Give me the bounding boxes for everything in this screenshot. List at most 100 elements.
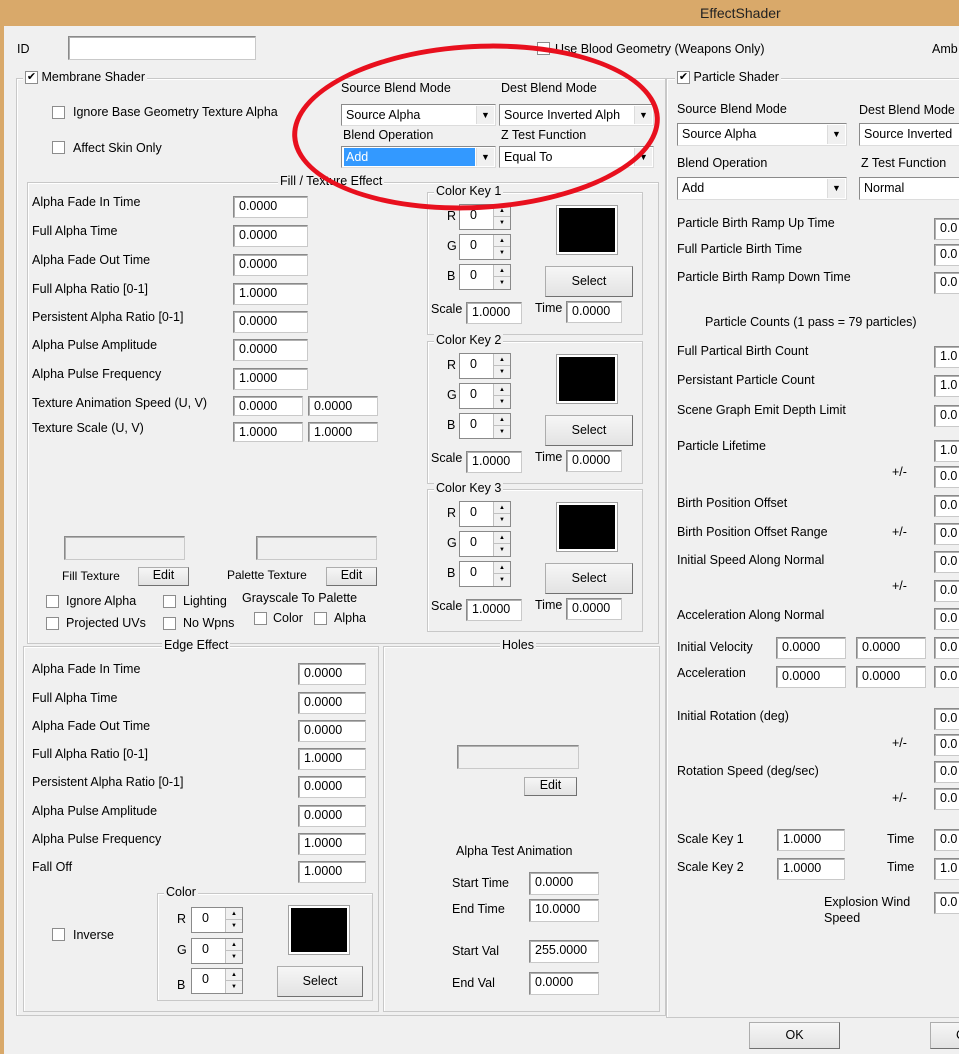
- particle-birth-row-input[interactable]: 0.0: [934, 218, 959, 240]
- source-blend-mode-select[interactable]: Source Alpha ▼: [341, 104, 496, 126]
- explosion-wind-speed-input[interactable]: 0.0: [934, 892, 959, 914]
- edge-r-spinner[interactable]: 0 ▲ ▼: [191, 907, 243, 933]
- spin-up-icon[interactable]: ▲: [225, 969, 242, 981]
- scale-key-1-input[interactable]: 1.0000: [777, 829, 845, 851]
- grayscale-alpha-checkbox[interactable]: [314, 612, 327, 625]
- spin-up-icon[interactable]: ▲: [493, 532, 510, 544]
- color-key-select-button[interactable]: Select: [545, 266, 633, 297]
- initial-velocity-y-input[interactable]: 0.0000: [856, 637, 926, 659]
- color-key-b-spinner[interactable]: 0 ▲ ▼: [459, 413, 511, 439]
- holes-texture-input[interactable]: [457, 745, 579, 769]
- spin-down-icon[interactable]: ▼: [493, 217, 510, 229]
- lighting-checkbox[interactable]: [163, 595, 176, 608]
- rotation-speed-input[interactable]: 0.0: [934, 761, 959, 783]
- texture-anim-speed-u-input[interactable]: 0.0000: [233, 396, 303, 416]
- palette-texture-input[interactable]: [256, 536, 377, 560]
- initial-speed-normal-pm-input[interactable]: 0.0: [934, 580, 959, 602]
- color-key-g-spinner[interactable]: 0 ▲ ▼: [459, 383, 511, 409]
- color-key-time-input[interactable]: 0.0000: [566, 301, 622, 323]
- fill-row-input[interactable]: 1.0000: [233, 368, 308, 390]
- particle-birth-row-input[interactable]: 0.0: [934, 272, 959, 294]
- particle-lifetime-input[interactable]: 1.0: [934, 440, 959, 462]
- edge-row-input[interactable]: 0.0000: [298, 776, 366, 798]
- spin-up-icon[interactable]: ▲: [493, 265, 510, 277]
- z-test-function-select[interactable]: Equal To ▼: [499, 146, 654, 168]
- initial-velocity-z-input[interactable]: 0.0: [934, 637, 959, 659]
- spin-down-icon[interactable]: ▼: [225, 920, 242, 932]
- texture-anim-speed-v-input[interactable]: 0.0000: [308, 396, 378, 416]
- color-key-g-spinner[interactable]: 0 ▲ ▼: [459, 234, 511, 260]
- inverse-checkbox[interactable]: [52, 928, 65, 941]
- edge-row-input[interactable]: 1.0000: [298, 748, 366, 770]
- edge-row-input[interactable]: 0.0000: [298, 692, 366, 714]
- spin-up-icon[interactable]: ▲: [493, 414, 510, 426]
- edge-row-input[interactable]: 0.0000: [298, 663, 366, 685]
- spin-down-icon[interactable]: ▼: [493, 277, 510, 289]
- fill-texture-edit-button[interactable]: Edit: [138, 567, 189, 586]
- ignore-base-geometry-checkbox[interactable]: [52, 106, 65, 119]
- fill-texture-input[interactable]: [64, 536, 185, 560]
- spin-up-icon[interactable]: ▲: [493, 502, 510, 514]
- no-wpns-checkbox[interactable]: [163, 617, 176, 630]
- edge-g-spinner[interactable]: 0 ▲ ▼: [191, 938, 243, 964]
- color-key-b-spinner[interactable]: 0 ▲ ▼: [459, 264, 511, 290]
- particle-dest-blend-select[interactable]: Source Inverted: [859, 123, 959, 146]
- color-key-r-spinner[interactable]: 0 ▲ ▼: [459, 204, 511, 230]
- initial-speed-normal-input[interactable]: 0.0: [934, 551, 959, 573]
- fill-row-input[interactable]: 1.0000: [233, 283, 308, 305]
- use-blood-geometry-checkbox[interactable]: [537, 42, 550, 55]
- spin-up-icon[interactable]: ▲: [493, 562, 510, 574]
- palette-texture-edit-button[interactable]: Edit: [326, 567, 377, 586]
- color-key-time-input[interactable]: 0.0000: [566, 450, 622, 472]
- edge-row-input[interactable]: 0.0000: [298, 805, 366, 827]
- ok-button[interactable]: OK: [749, 1022, 840, 1049]
- color-key-time-input[interactable]: 0.0000: [566, 598, 622, 620]
- edge-row-input[interactable]: 1.0000: [298, 861, 366, 883]
- birth-position-offset-range-input[interactable]: 0.0: [934, 523, 959, 545]
- fill-row-input[interactable]: 0.0000: [233, 254, 308, 276]
- color-key-b-spinner[interactable]: 0 ▲ ▼: [459, 561, 511, 587]
- acceleration-y-input[interactable]: 0.0000: [856, 666, 926, 688]
- spin-down-icon[interactable]: ▼: [493, 426, 510, 438]
- particle-birth-row-input[interactable]: 0.0: [934, 244, 959, 266]
- spin-down-icon[interactable]: ▼: [493, 574, 510, 586]
- cancel-button[interactable]: C: [930, 1022, 959, 1049]
- affect-skin-only-checkbox[interactable]: [52, 141, 65, 154]
- acceleration-z-input[interactable]: 0.0: [934, 666, 959, 688]
- acceleration-normal-input[interactable]: 0.0: [934, 608, 959, 630]
- spin-down-icon[interactable]: ▼: [493, 396, 510, 408]
- particle-z-test-select[interactable]: Normal: [859, 177, 959, 200]
- ignore-alpha-checkbox[interactable]: [46, 595, 59, 608]
- edge-row-input[interactable]: 0.0000: [298, 720, 366, 742]
- birth-position-offset-input[interactable]: 0.0: [934, 495, 959, 517]
- fill-row-input[interactable]: 0.0000: [233, 196, 308, 218]
- spin-down-icon[interactable]: ▼: [225, 951, 242, 963]
- id-input[interactable]: [68, 36, 256, 60]
- holes-edit-button[interactable]: Edit: [524, 777, 577, 796]
- end-time-input[interactable]: 10.0000: [529, 899, 599, 922]
- spin-down-icon[interactable]: ▼: [493, 247, 510, 259]
- edge-b-spinner[interactable]: 0 ▲ ▼: [191, 968, 243, 994]
- blend-operation-select[interactable]: Add ▼: [341, 146, 496, 168]
- scale-key-2-input[interactable]: 1.0000: [777, 858, 845, 880]
- start-val-input[interactable]: 255.0000: [529, 940, 599, 963]
- spin-up-icon[interactable]: ▲: [493, 384, 510, 396]
- color-key-r-spinner[interactable]: 0 ▲ ▼: [459, 353, 511, 379]
- particle-shader-checkbox[interactable]: ✔: [677, 71, 690, 85]
- spin-down-icon[interactable]: ▼: [225, 981, 242, 993]
- color-key-scale-input[interactable]: 1.0000: [466, 302, 522, 324]
- spin-down-icon[interactable]: ▼: [493, 544, 510, 556]
- fill-row-input[interactable]: 0.0000: [233, 225, 308, 247]
- scale-key-1-time-input[interactable]: 0.0: [934, 829, 959, 851]
- initial-rotation-input[interactable]: 0.0: [934, 708, 959, 730]
- spin-down-icon[interactable]: ▼: [493, 366, 510, 378]
- texture-scale-u-input[interactable]: 1.0000: [233, 422, 303, 442]
- rotation-speed-pm-input[interactable]: 0.0: [934, 788, 959, 810]
- color-key-g-spinner[interactable]: 0 ▲ ▼: [459, 531, 511, 557]
- color-key-select-button[interactable]: Select: [545, 563, 633, 594]
- particle-count-row-input[interactable]: 0.0: [934, 405, 959, 427]
- particle-count-row-input[interactable]: 1.0: [934, 346, 959, 368]
- membrane-shader-checkbox[interactable]: ✔: [25, 71, 38, 85]
- grayscale-color-checkbox[interactable]: [254, 612, 267, 625]
- spin-up-icon[interactable]: ▲: [225, 939, 242, 951]
